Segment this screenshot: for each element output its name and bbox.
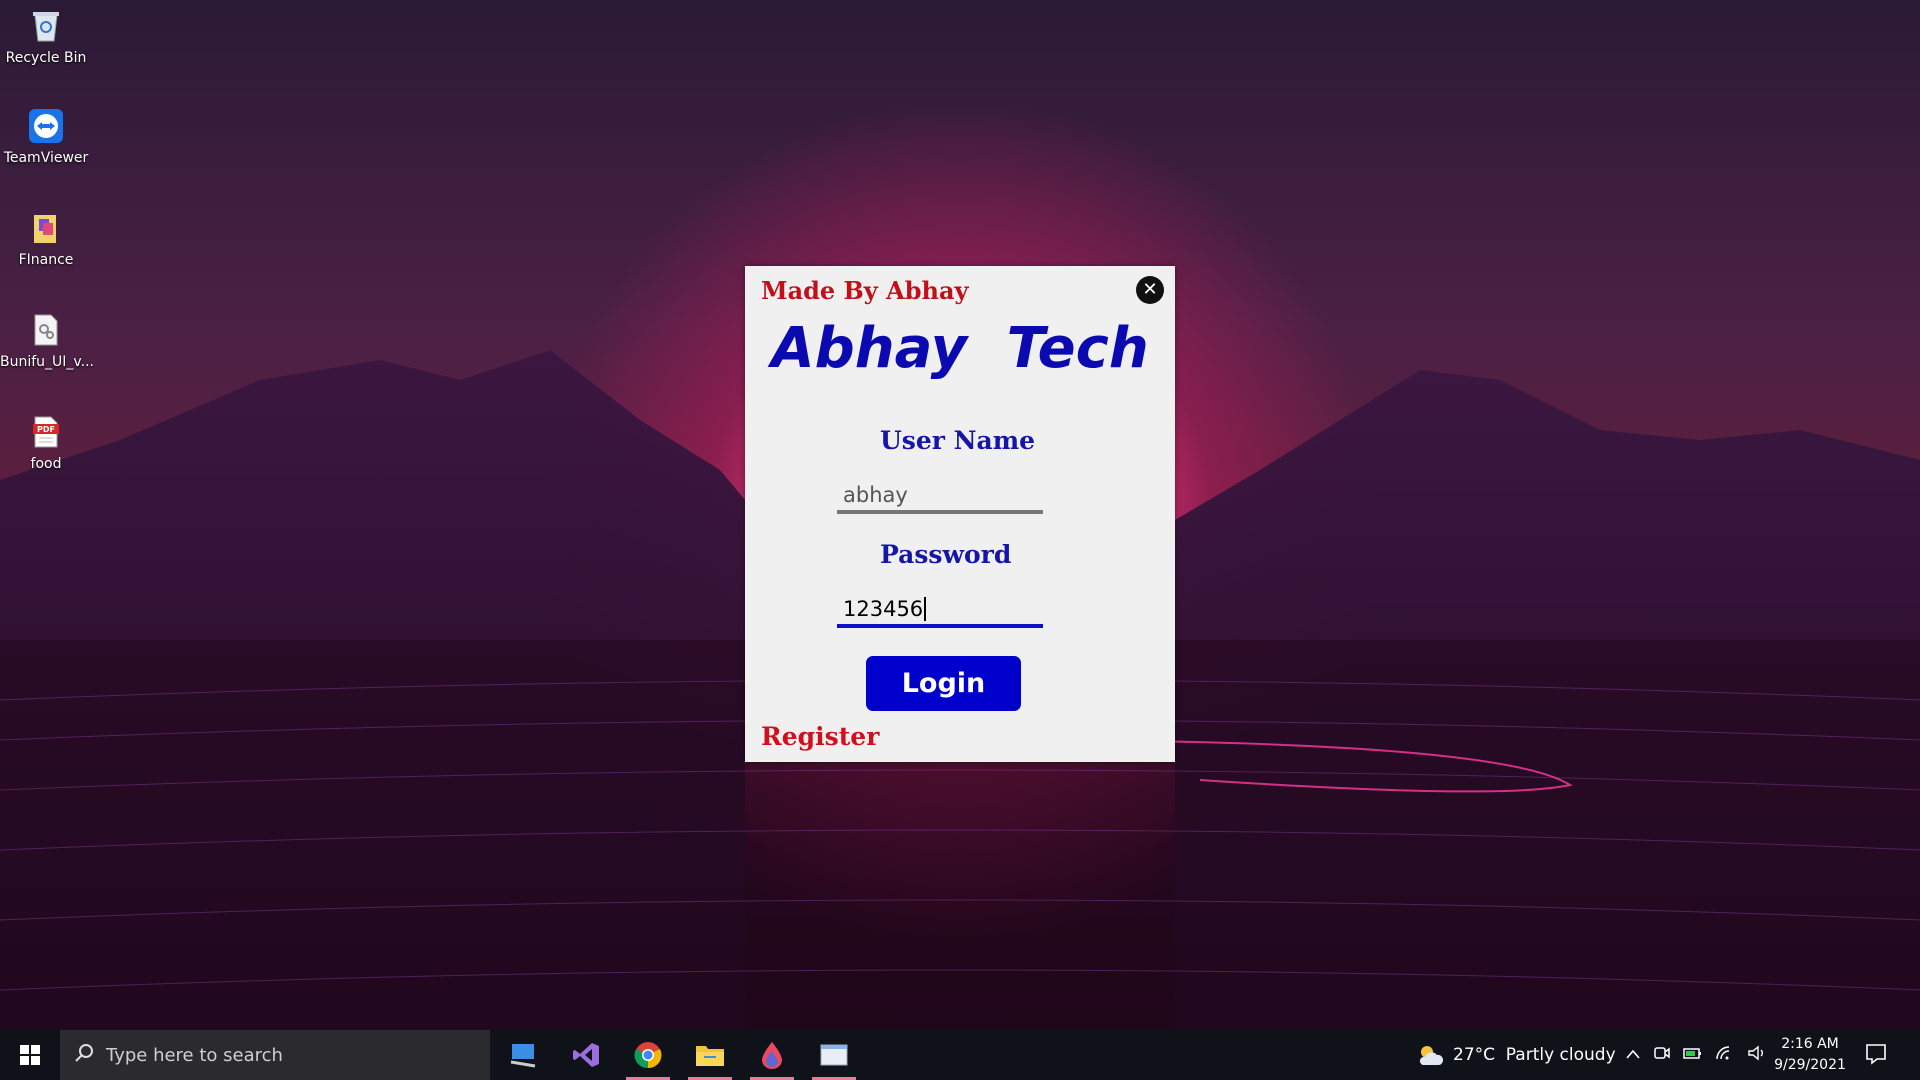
text-caret	[924, 597, 927, 621]
desktop-icon-recycle-bin[interactable]: Recycle Bin	[0, 8, 92, 66]
register-link[interactable]: Register	[761, 722, 879, 751]
chrome-icon	[634, 1042, 662, 1069]
password-input[interactable]: 123456	[837, 594, 1043, 628]
window-icon	[820, 1044, 848, 1066]
made-by-label: Made By Abhay	[761, 276, 969, 305]
weather-text: 27°C Partly cloudy	[1453, 1045, 1616, 1065]
system-tray	[1625, 1030, 1767, 1080]
notification-icon	[1866, 1044, 1886, 1065]
taskbar-search[interactable]: Type here to search	[60, 1030, 490, 1080]
username-value: abhay	[843, 483, 908, 507]
taskbar: Type here to search 27°C Partly cloudy 2…	[0, 1030, 1920, 1080]
paint-drop-icon	[762, 1042, 782, 1069]
taskbar-app-visual-studio[interactable]	[560, 1030, 612, 1080]
start-button[interactable]	[0, 1030, 60, 1080]
desktop-icon-label: Recycle Bin	[5, 50, 87, 66]
visual-studio-icon	[573, 1043, 599, 1067]
clock-date: 9/29/2021	[1774, 1057, 1846, 1073]
close-button[interactable]: ✕	[1136, 276, 1164, 304]
wifi-icon[interactable]	[1715, 1045, 1735, 1066]
folder-icon	[28, 210, 64, 246]
desktop-icon-finance[interactable]: FInance	[0, 210, 92, 268]
clock-time: 2:16 AM	[1781, 1036, 1839, 1052]
close-icon: ✕	[1142, 279, 1158, 300]
taskbar-app-file-explorer[interactable]	[684, 1030, 736, 1080]
desktop-icon-food[interactable]: PDF food	[0, 414, 92, 472]
password-label: Password	[880, 540, 1012, 569]
desktop-icon-label: food	[30, 456, 62, 472]
windows-icon	[20, 1045, 40, 1065]
folder-icon	[696, 1046, 724, 1066]
teamviewer-icon	[28, 108, 64, 144]
desktop-icon-label: Bunifu_UI_v...	[0, 354, 94, 370]
notification-center-button[interactable]	[1864, 1042, 1888, 1070]
taskbar-clock[interactable]: 2:16 AM 9/29/2021	[1770, 1034, 1850, 1076]
meet-now-icon[interactable]	[1653, 1044, 1671, 1067]
password-value: 123456	[843, 597, 924, 621]
taskbar-app-remote-desktop[interactable]	[498, 1030, 550, 1080]
weather-widget[interactable]: 27°C Partly cloudy	[1415, 1030, 1616, 1080]
battery-icon[interactable]	[1683, 1045, 1703, 1066]
taskbar-app-window[interactable]	[808, 1030, 860, 1080]
search-placeholder: Type here to search	[106, 1044, 283, 1066]
svg-text:PDF: PDF	[37, 425, 55, 434]
search-icon	[74, 1043, 94, 1068]
username-label: User Name	[880, 426, 1036, 455]
desktop-icon-label: TeamViewer	[3, 150, 89, 166]
volume-icon[interactable]	[1747, 1045, 1767, 1066]
brand-title: Abhay Tech	[771, 316, 1149, 381]
pdf-icon: PDF	[28, 414, 64, 450]
settings-file-icon	[28, 312, 64, 348]
desktop-icon-bunifu[interactable]: Bunifu_UI_v...	[0, 312, 94, 370]
login-button[interactable]: Login	[866, 656, 1021, 711]
recycle-bin-icon	[28, 8, 64, 44]
desktop-icon-label: FInance	[18, 252, 74, 268]
remote-desktop-icon	[510, 1044, 536, 1068]
desktop-icon-teamviewer[interactable]: TeamViewer	[0, 108, 92, 166]
taskbar-app-chrome[interactable]	[622, 1030, 674, 1080]
chevron-up-icon[interactable]	[1625, 1045, 1641, 1065]
partly-cloudy-icon	[1419, 1046, 1444, 1065]
login-dialog: Made By Abhay ✕ Abhay Tech User Name abh…	[745, 266, 1175, 762]
taskbar-app-paint[interactable]	[746, 1030, 798, 1080]
username-input[interactable]: abhay	[837, 480, 1043, 514]
